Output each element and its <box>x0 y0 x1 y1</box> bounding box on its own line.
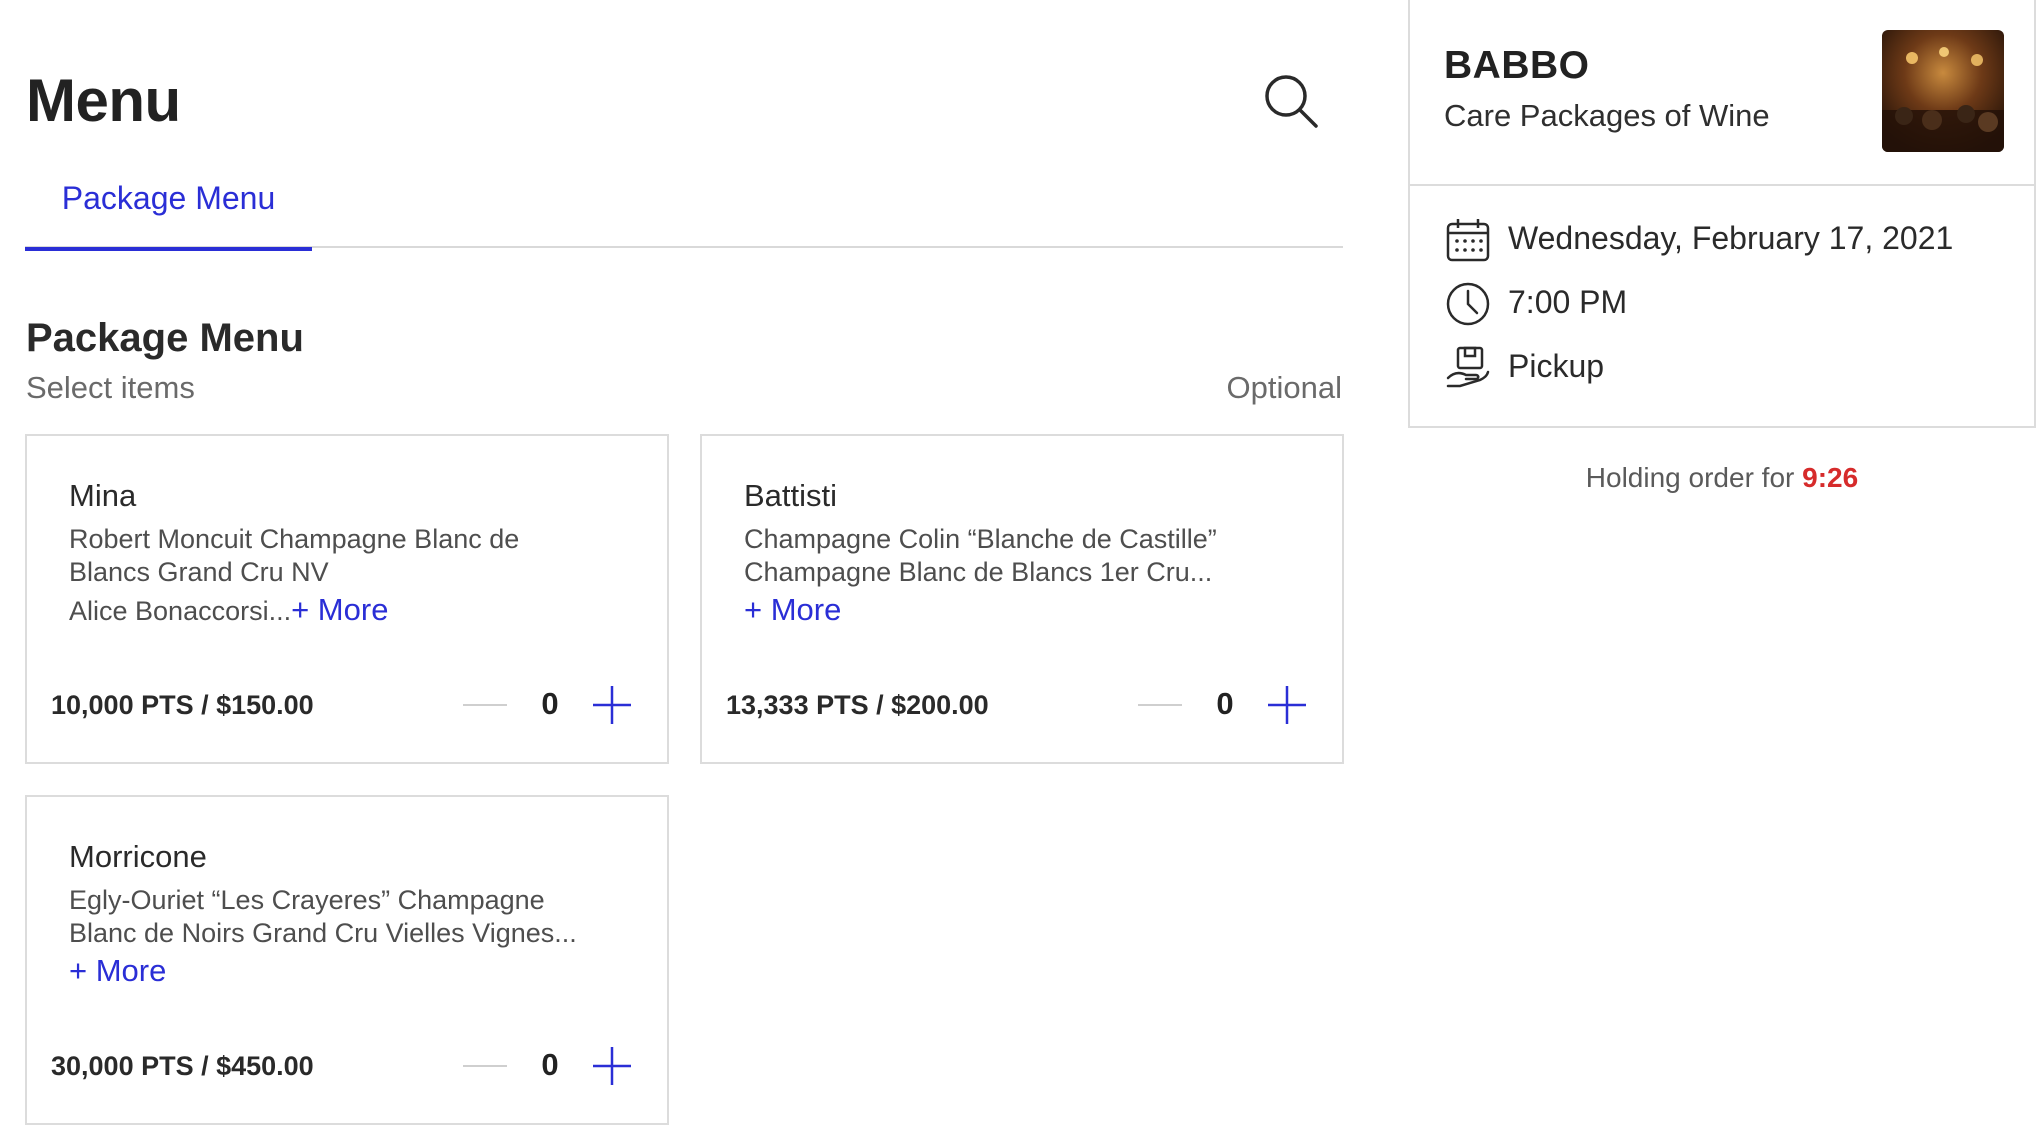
description-line: Alice Bonaccorsi... <box>69 596 292 626</box>
package-name: Mina <box>69 478 137 513</box>
package-price: 13,333 PTS / $200.00 <box>726 690 989 720</box>
restaurant-name: BABBO <box>1444 44 1590 87</box>
holding-order-notice: Holding order for 9:26 <box>1408 462 2036 494</box>
increase-quantity-button[interactable] <box>591 684 633 726</box>
search-icon <box>1265 75 1318 128</box>
package-description: Robert Moncuit Champagne Blanc de Blancs… <box>69 523 629 628</box>
more-link[interactable]: + More <box>69 953 166 988</box>
package-price: 10,000 PTS / $150.00 <box>51 690 314 720</box>
description-line: Champagne Blanc de Blancs 1er Cru... <box>744 557 1213 587</box>
description-line: Blancs Grand Cru NV <box>69 557 329 587</box>
description-line: Robert Moncuit Champagne Blanc de <box>69 524 520 554</box>
plus-icon <box>593 686 631 724</box>
fulfillment-method: Pickup <box>1508 348 1605 384</box>
package-description: Egly-Ouriet “Les Crayeres” Champagne Bla… <box>69 884 629 989</box>
holding-label: Holding order for <box>1585 462 1795 493</box>
decrease-quantity-button[interactable] <box>1138 704 1182 706</box>
clock-icon <box>1446 282 1490 326</box>
order-summary-panel: BABBO Care Packages of Wine Wednesday, F… <box>1408 0 2036 428</box>
main-content: Menu Package Menu Package Menu Select it… <box>0 0 1360 1138</box>
tab-package-menu[interactable]: Package Menu <box>25 168 312 251</box>
tab-label: Package Menu <box>61 180 276 216</box>
pickup-icon <box>1446 346 1490 388</box>
increase-quantity-button[interactable] <box>1266 684 1308 726</box>
quantity-value: 0 <box>1216 686 1234 721</box>
decrease-quantity-button[interactable] <box>463 1065 507 1067</box>
more-link[interactable]: + More <box>744 592 841 627</box>
section-title: Package Menu <box>26 316 304 360</box>
package-name: Battisti <box>744 478 838 513</box>
description-line: Champagne Colin “Blanche de Castille” <box>744 524 1217 554</box>
tab-bar: Package Menu <box>25 168 1343 251</box>
reservation-time: 7:00 PM <box>1508 284 1628 320</box>
description-line: Egly-Ouriet “Les Crayeres” Champagne <box>69 885 545 915</box>
section-subtitle: Select items <box>26 370 195 405</box>
package-description: Champagne Colin “Blanche de Castille” Ch… <box>744 523 1304 628</box>
restaurant-header: BABBO Care Packages of Wine <box>1410 0 2036 186</box>
page-title: Menu <box>26 67 181 134</box>
quantity-value: 0 <box>541 686 559 721</box>
reservation-date: Wednesday, February 17, 2021 <box>1508 220 1954 256</box>
plus-icon <box>1268 686 1306 724</box>
holding-timer: 9:26 <box>1802 462 1859 493</box>
plus-icon <box>593 1047 631 1085</box>
package-card-morricone[interactable]: Morricone Egly-Ouriet “Les Crayeres” Cha… <box>25 795 669 1125</box>
package-price: 30,000 PTS / $450.00 <box>51 1051 314 1081</box>
more-link[interactable]: + More <box>291 592 388 627</box>
calendar-icon <box>1446 219 1490 262</box>
increase-quantity-button[interactable] <box>591 1045 633 1087</box>
search-button[interactable] <box>1262 72 1320 130</box>
package-card-battisti[interactable]: Battisti Champagne Colin “Blanche de Cas… <box>700 434 1344 764</box>
restaurant-subtitle: Care Packages of Wine <box>1444 98 1770 133</box>
package-card-mina[interactable]: Mina Robert Moncuit Champagne Blanc de B… <box>25 434 669 764</box>
restaurant-thumbnail <box>1882 30 2004 152</box>
tab-active-indicator <box>25 247 312 251</box>
quantity-value: 0 <box>541 1047 559 1082</box>
description-line: Blanc de Noirs Grand Cru Vielles Vignes.… <box>69 918 577 948</box>
decrease-quantity-button[interactable] <box>463 704 507 706</box>
optional-label: Optional <box>1226 370 1342 405</box>
package-name: Morricone <box>69 839 207 874</box>
